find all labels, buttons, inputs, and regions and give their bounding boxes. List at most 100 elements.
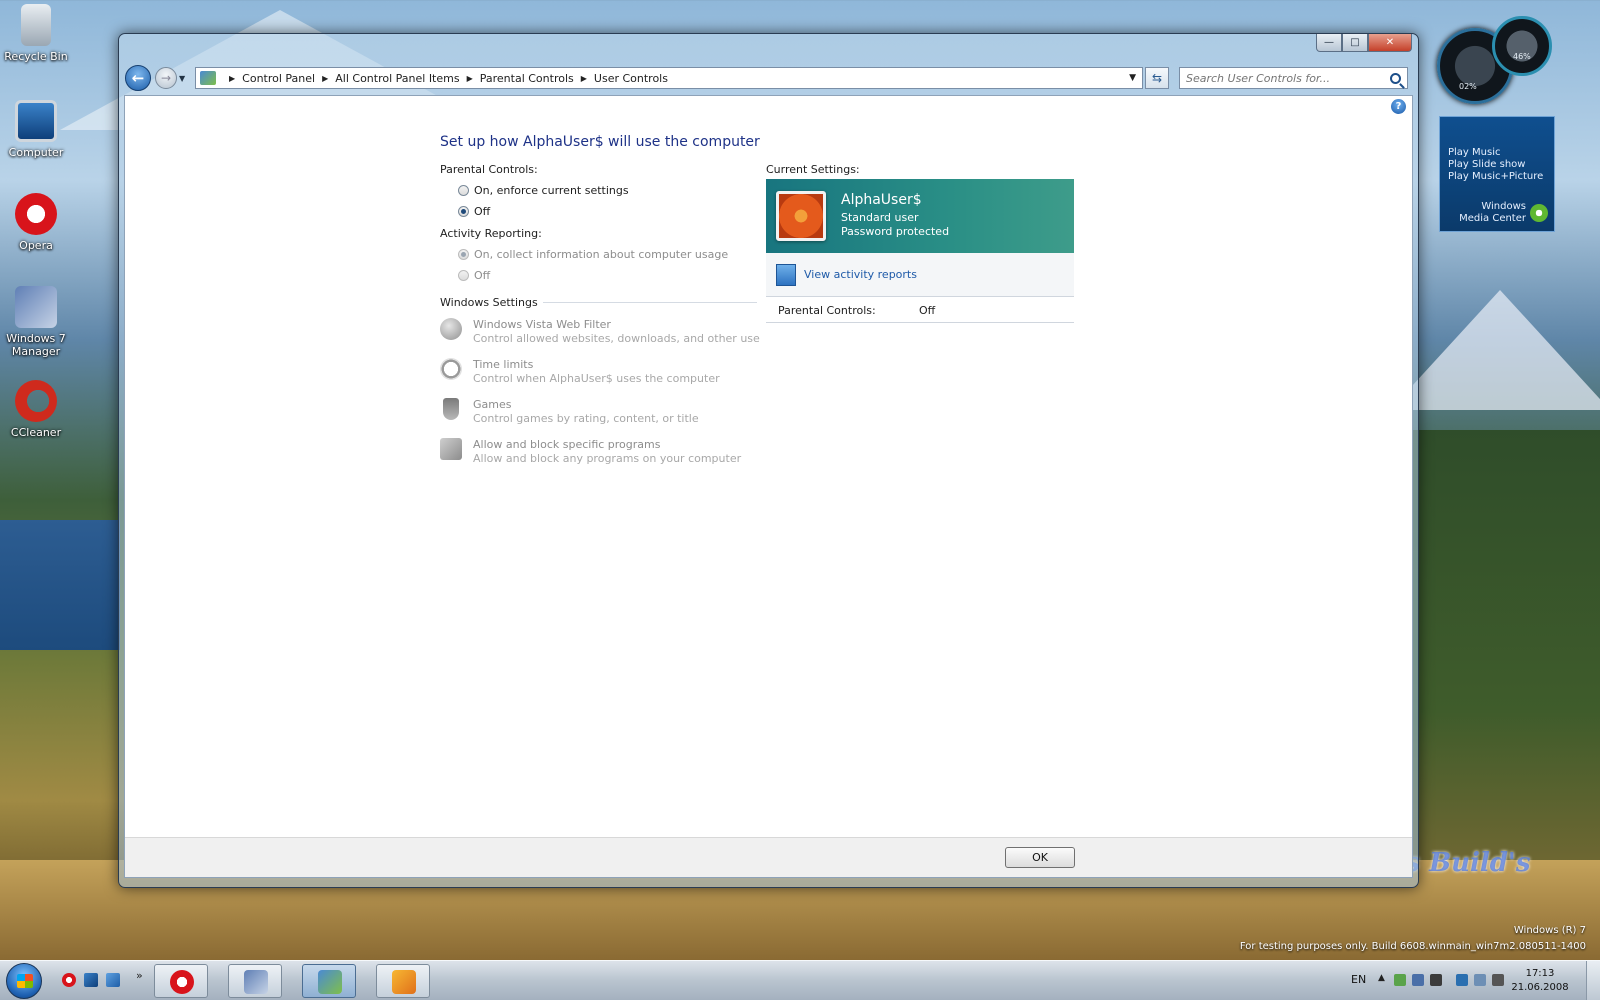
quick-launch-desktop-icon[interactable] (84, 973, 98, 987)
desktop-icon-ccleaner[interactable]: CCleaner (4, 380, 68, 439)
address-dropdown-icon[interactable]: ▼ (1129, 73, 1136, 83)
tray-clock[interactable]: 17:13 21.06.2008 (1510, 967, 1570, 995)
ok-button[interactable]: OK (1005, 847, 1075, 868)
desktop-icon-computer[interactable]: Computer (4, 100, 68, 159)
user-name: AlphaUser$ (841, 192, 922, 208)
user-controls-window: — □ ✕ ← → ▼ ▶ Control Panel ▶ All Contro… (118, 33, 1419, 888)
recent-pages-dropdown[interactable]: ▼ (179, 74, 189, 83)
tray-display-icon[interactable] (1430, 974, 1442, 986)
parental-on-option[interactable]: On, enforce current settings (458, 184, 629, 197)
cpu-readout: 02% (1459, 82, 1477, 91)
parental-off-radio[interactable] (458, 206, 469, 217)
refresh-button[interactable]: ⇆ (1145, 67, 1169, 89)
watermark-line: Windows (R) 7 (1513, 925, 1586, 936)
memory-readout: 46% (1513, 52, 1531, 61)
media-center-brand: Windows Media Center (1459, 201, 1526, 225)
setting-desc: Control games by rating, content, or tit… (473, 412, 699, 425)
breadcrumb-all-items[interactable]: All Control Panel Items (335, 72, 459, 85)
taskbar-button-control-panel[interactable] (302, 964, 356, 998)
tray-network-icon[interactable] (1394, 974, 1406, 986)
tray-flag-icon[interactable] (1474, 974, 1486, 986)
quick-launch-more-icon[interactable]: » (136, 969, 143, 982)
activity-on-option[interactable]: On, collect information about computer u… (458, 248, 728, 261)
taskbar-button-media-player[interactable] (376, 964, 430, 998)
volume-icon[interactable] (1492, 974, 1504, 986)
activity-off-option[interactable]: Off (458, 269, 490, 282)
show-desktop-button[interactable] (1586, 961, 1600, 1000)
status-value: Off (919, 303, 936, 317)
clock-time: 17:13 (1525, 968, 1555, 979)
forward-button[interactable]: → (155, 67, 177, 89)
language-indicator[interactable]: EN (1351, 973, 1366, 986)
desktop-icon-label: CCleaner (10, 426, 62, 439)
breadcrumb-separator-icon[interactable]: ▶ (322, 74, 328, 83)
address-bar[interactable]: ▶ Control Panel ▶ All Control Panel Item… (195, 67, 1143, 89)
quick-launch-opera-icon[interactable] (62, 973, 76, 987)
desktop-icon-recycle-bin[interactable]: Recycle Bin (4, 4, 68, 63)
tray-connection-icon[interactable] (1456, 974, 1468, 986)
activity-on-radio[interactable] (458, 249, 469, 260)
media-item-play-music-picture[interactable]: Play Music+Picture (1448, 171, 1546, 183)
tray-app-icon[interactable] (1412, 974, 1424, 986)
user-card: AlphaUser$ Standard user Password protec… (766, 179, 1074, 253)
setting-title[interactable]: Windows Vista Web Filter (473, 318, 760, 332)
setting-title[interactable]: Time limits (473, 358, 720, 372)
content-pane: ? Set up how AlphaUser$ will use the com… (124, 95, 1413, 878)
activity-off-radio[interactable] (458, 270, 469, 281)
breadcrumb-separator-icon[interactable]: ▶ (581, 74, 587, 83)
watermark-line: For testing purposes only. Build 6608.wi… (1239, 941, 1586, 952)
setting-programs[interactable]: Allow and block specific programs Allow … (440, 438, 741, 466)
desktop-icon-opera[interactable]: Opera (4, 193, 68, 252)
globe-icon (440, 318, 462, 340)
activity-reports-row: View activity reports (766, 253, 1074, 297)
media-center-gadget[interactable]: Play Music Play Slide show Play Music+Pi… (1439, 116, 1555, 232)
search-icon[interactable] (1390, 72, 1401, 84)
trophy-icon (443, 398, 459, 420)
desktop-icon-label: Computer (8, 146, 64, 159)
arrow-right-icon: → (160, 71, 172, 85)
parental-on-radio[interactable] (458, 185, 469, 196)
recycle-bin-icon (21, 4, 51, 46)
taskbar: » EN ▲ 17:13 21.06.2008 (0, 960, 1600, 1000)
brand-line: Windows (1481, 201, 1526, 212)
taskbar-button-windows7-manager[interactable] (228, 964, 282, 998)
maximize-button[interactable]: □ (1342, 34, 1368, 52)
breadcrumb-separator-icon[interactable]: ▶ (467, 74, 473, 83)
control-panel-icon (200, 71, 216, 85)
refresh-icon: ⇆ (1151, 71, 1163, 85)
tray-expand-icon[interactable]: ▲ (1378, 973, 1385, 983)
breadcrumb-control-panel[interactable]: Control Panel (242, 72, 315, 85)
view-activity-reports-link[interactable]: View activity reports (804, 268, 917, 281)
quick-launch-switch-icon[interactable] (106, 973, 120, 987)
media-item-play-slideshow[interactable]: Play Slide show (1448, 159, 1546, 171)
option-label: Off (474, 269, 491, 282)
setting-title[interactable]: Games (473, 398, 699, 412)
password-status: Password protected (841, 225, 950, 238)
setting-web-filter[interactable]: Windows Vista Web Filter Control allowed… (440, 318, 760, 346)
help-icon[interactable]: ? (1391, 99, 1406, 114)
media-player-icon (392, 970, 416, 994)
parental-controls-status-row: Parental Controls: Off (766, 298, 1074, 323)
setting-title[interactable]: Allow and block specific programs (473, 438, 741, 452)
breadcrumb-user-controls[interactable]: User Controls (594, 72, 668, 85)
search-input[interactable] (1186, 71, 1390, 85)
media-item-play-music[interactable]: Play Music (1448, 147, 1546, 159)
parental-off-option[interactable]: Off (458, 205, 490, 218)
memory-meter-gadget[interactable] (1492, 16, 1552, 76)
breadcrumb-parental-controls[interactable]: Parental Controls (480, 72, 574, 85)
close-button[interactable]: ✕ (1368, 34, 1412, 52)
setting-time-limits[interactable]: Time limits Control when AlphaUser$ uses… (440, 358, 720, 386)
page-title: Set up how AlphaUser$ will use the compu… (440, 134, 760, 150)
avatar (776, 191, 826, 241)
setting-games[interactable]: Games Control games by rating, content, … (440, 398, 699, 426)
clock-icon (440, 358, 462, 380)
breadcrumb-separator-icon[interactable]: ▶ (229, 74, 235, 83)
setting-desc: Allow and block any programs on your com… (473, 452, 742, 465)
desktop-icon-label: Recycle Bin (4, 50, 68, 63)
start-button[interactable] (6, 963, 42, 999)
search-box[interactable] (1179, 67, 1408, 89)
taskbar-button-opera[interactable] (154, 964, 208, 998)
desktop-icon-windows7-manager[interactable]: Windows 7 Manager (4, 286, 68, 358)
minimize-button[interactable]: — (1316, 34, 1342, 52)
back-button[interactable]: ← (125, 65, 151, 91)
